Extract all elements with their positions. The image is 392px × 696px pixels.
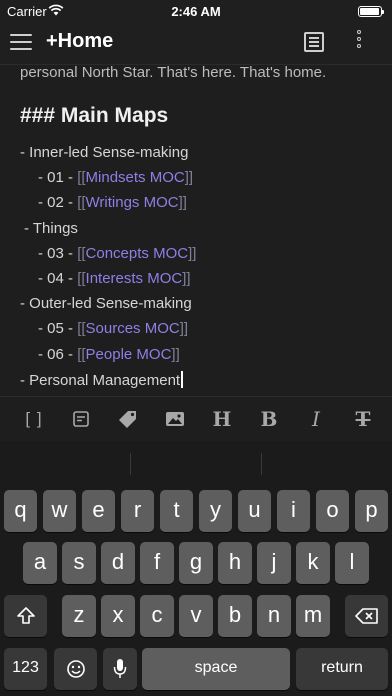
list-item: - Outer-led Sense-making xyxy=(20,295,192,312)
wikilink[interactable]: Interests MOC xyxy=(86,270,183,287)
key-a[interactable]: a xyxy=(23,542,57,584)
backspace-icon xyxy=(354,608,378,624)
key-v[interactable]: v xyxy=(179,595,213,637)
emoji-key[interactable] xyxy=(54,648,97,690)
menu-icon[interactable] xyxy=(10,34,32,50)
key-m[interactable]: m xyxy=(296,595,330,637)
text-line: personal North Star. That's here. That's… xyxy=(20,64,327,81)
key-c[interactable]: c xyxy=(140,595,174,637)
wikilink-button[interactable]: [ ] xyxy=(22,407,46,431)
reading-view-icon[interactable] xyxy=(304,32,324,52)
page-title: +Home xyxy=(46,30,114,52)
wikilink[interactable]: Sources MOC xyxy=(86,320,180,337)
list-item: - 04 - [[Interests MOC]] xyxy=(38,270,191,287)
numbers-key[interactable]: 123 xyxy=(4,648,47,690)
list-item: - Inner-led Sense-making xyxy=(20,144,189,161)
note-editor[interactable]: personal North Star. That's here. That's… xyxy=(0,64,392,396)
wikilink[interactable]: People MOC xyxy=(86,346,172,363)
nav-bar: +Home xyxy=(0,22,392,65)
emoji-icon xyxy=(66,660,85,678)
shift-key[interactable] xyxy=(4,595,47,637)
key-j[interactable]: j xyxy=(257,542,291,584)
key-z[interactable]: z xyxy=(62,595,96,637)
strikethrough-button[interactable]: T xyxy=(351,407,375,431)
key-n[interactable]: n xyxy=(257,595,291,637)
list-item: - 06 - [[People MOC]] xyxy=(38,346,180,363)
note-icon[interactable] xyxy=(69,407,93,431)
shift-icon xyxy=(16,607,35,624)
wikilink[interactable]: Mindsets MOC xyxy=(86,169,185,186)
list-item: - 02 - [[Writings MOC]] xyxy=(38,194,187,211)
heading-button[interactable]: H xyxy=(210,407,234,431)
space-key[interactable]: space xyxy=(142,648,290,690)
key-x[interactable]: x xyxy=(101,595,135,637)
key-s[interactable]: s xyxy=(62,542,96,584)
microphone-icon xyxy=(113,659,127,678)
key-r[interactable]: r xyxy=(121,490,154,532)
image-icon[interactable] xyxy=(163,407,187,431)
key-p[interactable]: p xyxy=(355,490,388,532)
italic-button[interactable]: I xyxy=(304,407,328,431)
status-bar: Carrier 2:46 AM xyxy=(0,0,392,22)
clock: 2:46 AM xyxy=(171,4,221,19)
key-h[interactable]: h xyxy=(218,542,252,584)
key-i[interactable]: i xyxy=(277,490,310,532)
heading-main-maps: ### Main Maps xyxy=(20,104,169,127)
key-u[interactable]: u xyxy=(238,490,271,532)
key-d[interactable]: d xyxy=(101,542,135,584)
more-options-icon[interactable] xyxy=(355,30,363,54)
battery-icon xyxy=(358,6,384,17)
key-e[interactable]: e xyxy=(82,490,115,532)
key-o[interactable]: o xyxy=(316,490,349,532)
key-w[interactable]: w xyxy=(43,490,76,532)
list-item: - Personal Management xyxy=(20,371,183,389)
wikilink[interactable]: Writings MOC xyxy=(86,194,179,211)
key-q[interactable]: q xyxy=(4,490,37,532)
key-k[interactable]: k xyxy=(296,542,330,584)
key-g[interactable]: g xyxy=(179,542,213,584)
backspace-key[interactable] xyxy=(345,595,388,637)
key-y[interactable]: y xyxy=(199,490,232,532)
key-t[interactable]: t xyxy=(160,490,193,532)
list-item: - 05 - [[Sources MOC]] xyxy=(38,320,189,337)
list-item: - Things xyxy=(24,220,78,237)
markdown-toolbar: [ ] H B I T xyxy=(0,396,392,442)
on-screen-keyboard: q w e r t y u i o p a s d f g h j k l z … xyxy=(0,441,392,696)
wikilink[interactable]: Concepts MOC xyxy=(86,245,189,262)
list-item: - 03 - [[Concepts MOC]] xyxy=(38,245,197,262)
text-cursor xyxy=(181,371,183,388)
return-key[interactable]: return xyxy=(296,648,388,690)
bold-button[interactable]: B xyxy=(257,407,281,431)
key-f[interactable]: f xyxy=(140,542,174,584)
tag-icon[interactable] xyxy=(116,407,140,431)
key-b[interactable]: b xyxy=(218,595,252,637)
list-item: - 01 - [[Mindsets MOC]] xyxy=(38,169,194,186)
key-l[interactable]: l xyxy=(335,542,369,584)
dictation-key[interactable] xyxy=(103,648,137,690)
suggestion-bar xyxy=(0,441,392,485)
